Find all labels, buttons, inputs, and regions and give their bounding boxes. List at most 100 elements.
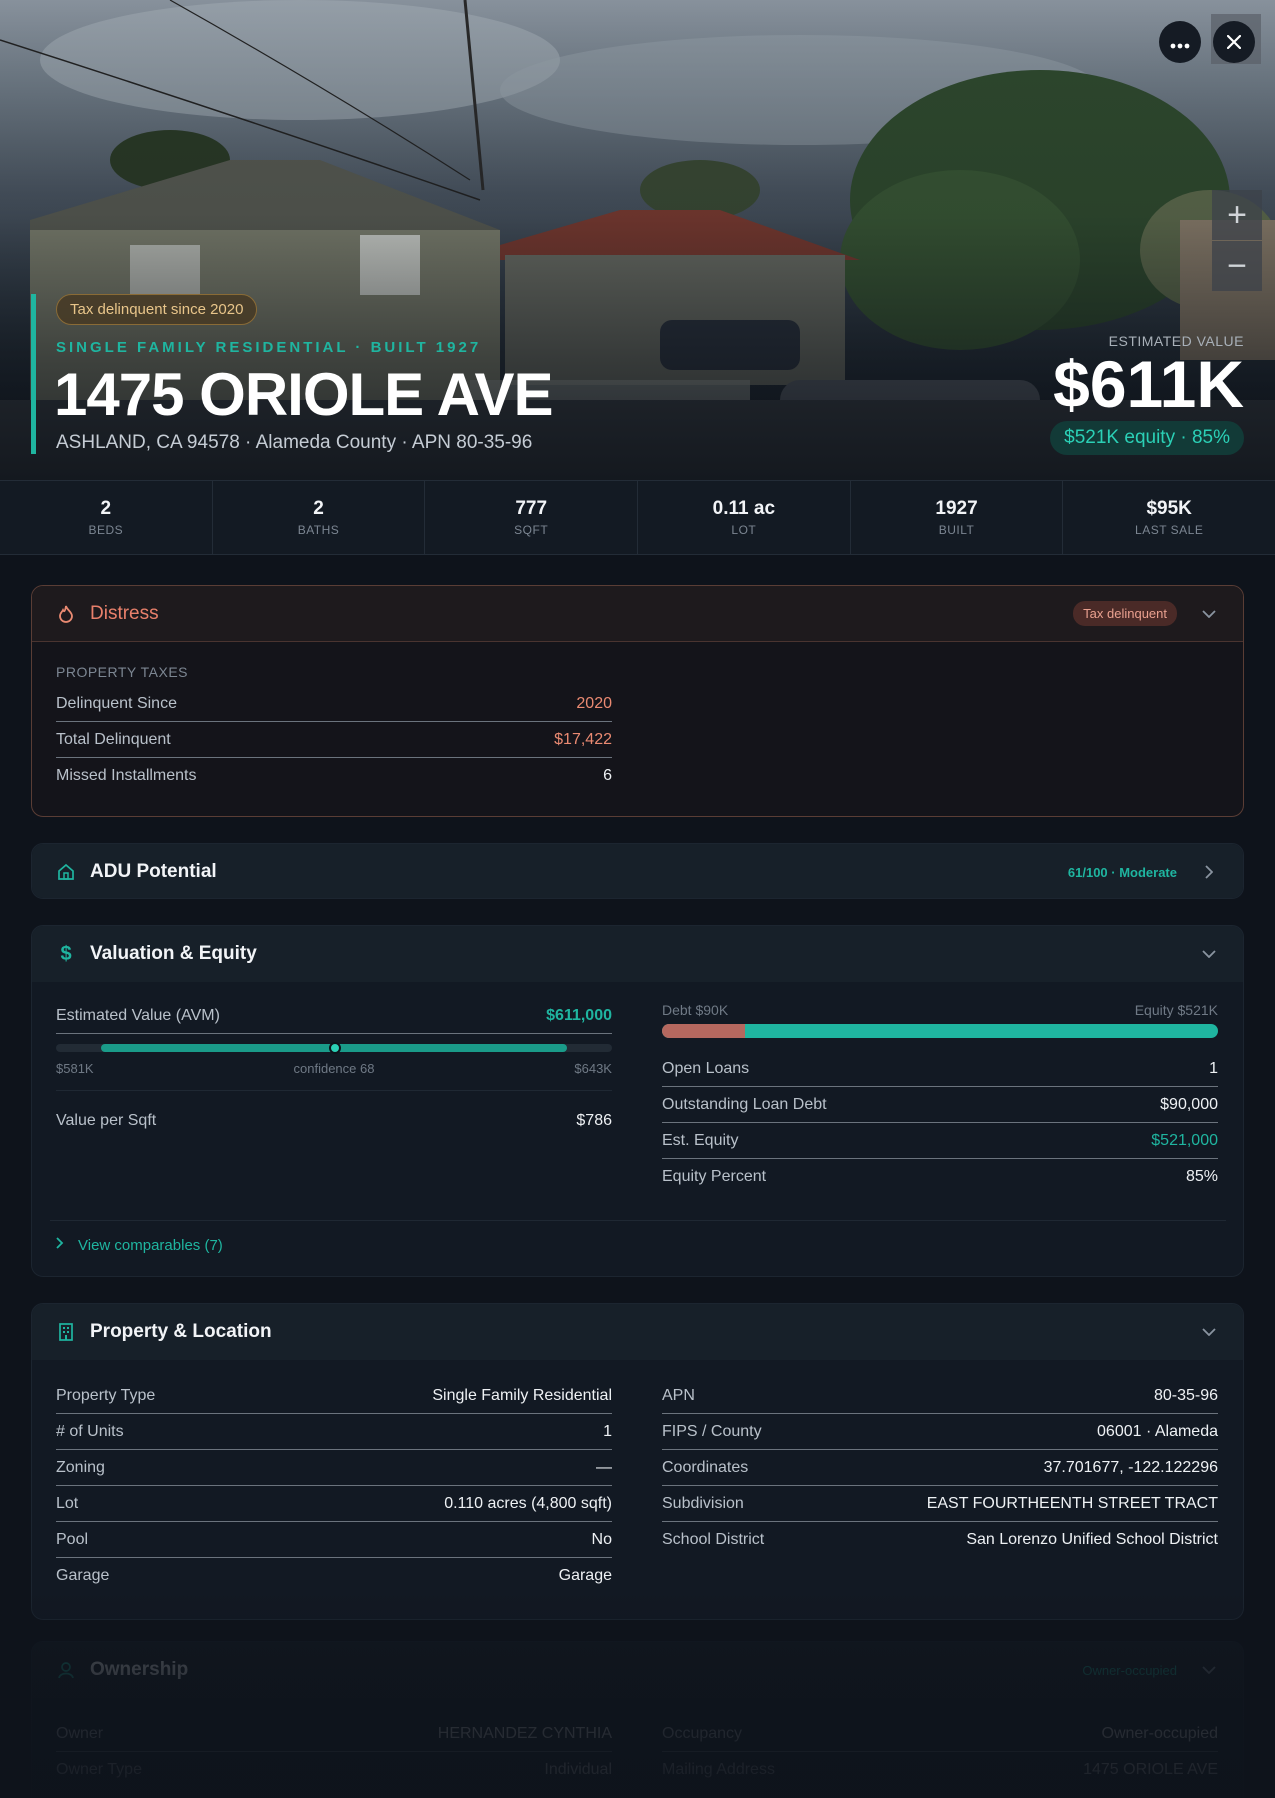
stat-last-sale: $95K LAST SALE [1063, 481, 1275, 554]
hero-accent-bar [31, 294, 36, 454]
zoom-in-button[interactable]: + [1212, 190, 1262, 240]
divider [50, 1220, 1226, 1221]
row-label: Outstanding Loan Debt [662, 1095, 827, 1113]
view-comparables-link[interactable]: View comparables (7) [56, 1236, 223, 1254]
owner-type-row: Owner Type Individual [56, 1752, 612, 1788]
tax-row-total-delinquent: Total Delinquent $17,422 [56, 722, 612, 758]
debt-equity-bar [662, 1024, 1218, 1038]
valuation-title: Valuation & Equity [90, 943, 257, 964]
building-icon [56, 1322, 76, 1342]
property-right-list: APN 80-35-96 FIPS / County 06001 · Alameda… [662, 1378, 1218, 1558]
property-left-list: Property Type Single Family Residential #… [56, 1378, 612, 1594]
estimated-value: $611K [1053, 347, 1244, 421]
loan-debt-row: Outstanding Loan Debt $90,000 [662, 1087, 1218, 1123]
row-value: 37.701677, -122.122296 [1043, 1458, 1218, 1476]
avm-low: $581K [56, 1061, 94, 1076]
row-label: Delinquent Since [56, 694, 177, 712]
hero-photo: + − Tax delinquent since 2020 SINGLE FAM… [0, 0, 1275, 480]
avm-range-bar [56, 1042, 612, 1054]
row-label: Owner [56, 1724, 104, 1742]
row-value: 6 [603, 767, 612, 784]
close-icon [1226, 29, 1242, 55]
zoom-out-button[interactable]: − [1212, 241, 1262, 291]
subdivision-row: Subdivision EAST FOURTHEENTH STREET TRACT [662, 1486, 1218, 1522]
row-label: Garage [56, 1567, 110, 1584]
property-type-row: Property Type Single Family Residential [56, 1378, 612, 1414]
stat-value: 777 [515, 498, 548, 519]
row-value: $17,422 [554, 730, 612, 748]
adu-title: ADU Potential [90, 861, 217, 882]
equity-section: Debt $90K Equity $521K Open Loans 1 Outs… [662, 1002, 1218, 1195]
row-label: Total Delinquent [56, 730, 171, 748]
equity-badge: $521K equity · 85% [1050, 421, 1244, 455]
distress-header[interactable]: Distress Tax delinquent [32, 586, 1243, 642]
equity-label: Equity $521K [1134, 1002, 1218, 1018]
more-options-button[interactable] [1159, 21, 1201, 63]
stat-value: 0.11 ac [712, 498, 776, 519]
stat-label: BUILT [938, 523, 975, 537]
adu-potential-card[interactable]: ADU Potential 61/100 · Moderate [31, 843, 1244, 899]
row-value: $521,000 [1151, 1131, 1218, 1149]
row-value: Owner-occupied [1101, 1724, 1219, 1742]
stat-sqft: 777 SQFT [425, 481, 639, 554]
ownership-title: Ownership [90, 1659, 189, 1680]
chevron-down-icon[interactable] [1199, 944, 1219, 964]
occupancy-badge: Owner-occupied [1082, 1662, 1177, 1678]
apn-row: APN 80-35-96 [662, 1378, 1218, 1414]
row-value: San Lorenzo Unified School District [966, 1531, 1218, 1548]
ownership-right-list: Occupancy Owner-occupied Mailing Address 1… [662, 1716, 1218, 1788]
row-value: 85% [1185, 1168, 1218, 1185]
debt-label: Debt $90K [662, 1002, 729, 1018]
row-value: $786 [576, 1112, 612, 1129]
row-label: # of Units [56, 1422, 124, 1440]
row-value: 1 [603, 1422, 612, 1440]
ownership-header[interactable]: Ownership Owner-occupied [32, 1642, 1243, 1698]
chevron-down-icon[interactable] [1199, 604, 1219, 624]
stat-value: 2 [313, 498, 324, 519]
row-label: Occupancy [662, 1724, 743, 1742]
row-value: 06001 · Alameda [1097, 1422, 1218, 1440]
stat-label: BATHS [297, 523, 340, 537]
row-value: Single Family Residential [432, 1386, 612, 1404]
more-horizontal-icon [1170, 29, 1190, 55]
valuation-header[interactable]: $ Valuation & Equity [32, 926, 1243, 982]
fips-county-row: FIPS / County 06001 · Alameda [662, 1414, 1218, 1450]
row-label: Value per Sqft [56, 1112, 157, 1129]
stat-label: LAST SALE [1135, 523, 1204, 537]
row-label: Lot [56, 1494, 79, 1512]
property-taxes-label: PROPERTY TAXES [56, 664, 189, 680]
row-value: HERNANDEZ CYNTHIA [437, 1724, 612, 1742]
chevron-right-icon[interactable] [1199, 862, 1219, 882]
home-icon [56, 862, 76, 882]
adu-header[interactable]: ADU Potential 61/100 · Moderate [32, 844, 1243, 898]
avm-high: $643K [574, 1061, 612, 1076]
tax-row-missed-installments: Missed Installments 6 [56, 758, 612, 794]
row-value: 1 [1209, 1059, 1218, 1077]
tax-delinquent-badge: Tax delinquent since 2020 [56, 294, 258, 325]
row-label: Owner Type [56, 1761, 142, 1778]
stat-beds: 2 BEDS [0, 481, 213, 554]
stat-value: $95K [1146, 498, 1192, 519]
avm-label: Estimated Value (AVM) [56, 1006, 220, 1024]
row-label: APN [662, 1386, 695, 1404]
row-value: Individual [544, 1761, 612, 1778]
coordinates-row: Coordinates 37.701677, -122.122296 [662, 1450, 1218, 1486]
stat-baths: 2 BATHS [213, 481, 426, 554]
ownership-card: Ownership Owner-occupied Owner HERNANDEZ … [31, 1641, 1244, 1798]
property-location-card: Property & Location Property Type Single … [31, 1303, 1244, 1620]
row-label: Subdivision [662, 1494, 744, 1512]
close-button[interactable] [1213, 21, 1255, 63]
row-value: 2020 [576, 694, 612, 712]
row-value: 80-35-96 [1153, 1386, 1218, 1404]
chevron-down-icon[interactable] [1199, 1322, 1219, 1342]
mailing-address-row: Mailing Address 1475 ORIOLE AVE [662, 1752, 1218, 1788]
property-header[interactable]: Property & Location [32, 1304, 1243, 1360]
property-taxes-section: PROPERTY TAXES Delinquent Since 2020 Tot… [56, 664, 612, 794]
avm-range-labels: $581K confidence 68 $643K [56, 1061, 612, 1091]
row-label: Open Loans [662, 1059, 750, 1077]
chevron-down-icon[interactable] [1199, 1660, 1219, 1680]
flame-icon [56, 604, 76, 624]
property-stats-bar: 2 BEDS 2 BATHS 777 SQFT 0.11 ac LOT 1927… [0, 480, 1275, 555]
property-subtype: SINGLE FAMILY RESIDENTIAL · BUILT 1927 [56, 339, 482, 356]
row-value: 0.110 acres (4,800 sqft) [444, 1494, 612, 1512]
